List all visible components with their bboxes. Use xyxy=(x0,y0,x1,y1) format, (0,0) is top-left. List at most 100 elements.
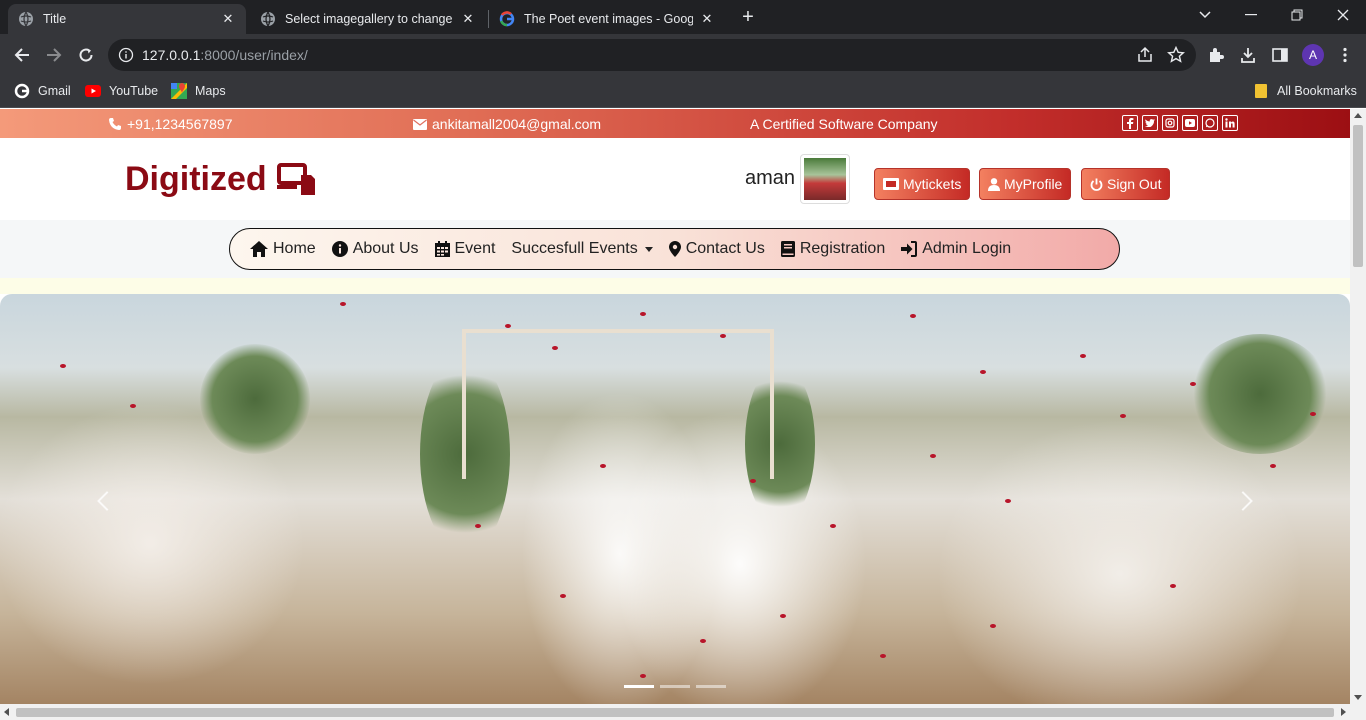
instagram-icon[interactable] xyxy=(1162,115,1178,131)
browser-tab-active[interactable]: Title ✕ xyxy=(8,4,246,34)
carousel-indicators xyxy=(624,685,726,688)
minimize-icon[interactable] xyxy=(1228,0,1274,30)
social-links xyxy=(1122,115,1238,131)
caret-down-icon xyxy=(644,246,653,252)
nav-band: Home About Us Event Succesfull Events Co… xyxy=(0,220,1350,278)
facebook-icon[interactable] xyxy=(1122,115,1138,131)
folder-icon xyxy=(1253,83,1269,99)
scroll-left-icon[interactable] xyxy=(4,708,9,716)
side-panel-icon[interactable] xyxy=(1271,46,1289,64)
whatsapp-icon[interactable] xyxy=(1202,115,1218,131)
tab-close-icon[interactable]: ✕ xyxy=(220,11,236,27)
nav-successful-events-dropdown[interactable]: Succesfull Events xyxy=(511,240,653,258)
sign-out-button[interactable]: Sign Out xyxy=(1081,168,1171,200)
nav-home[interactable]: Home xyxy=(250,240,316,258)
back-icon[interactable] xyxy=(9,42,35,68)
envelope-icon xyxy=(413,118,427,130)
scroll-up-icon[interactable] xyxy=(1354,113,1362,118)
bookmark-gmail[interactable]: Gmail xyxy=(14,83,71,99)
browser-tab[interactable]: Select imagegallery to change | D ✕ xyxy=(250,4,486,34)
address-bar[interactable]: 127.0.0.1:8000/user/index/ xyxy=(108,39,1196,71)
horizontal-scrollbar[interactable] xyxy=(0,704,1366,720)
tab-title: Select imagegallery to change | D xyxy=(285,12,454,26)
carousel-indicator[interactable] xyxy=(660,685,690,688)
sign-in-icon xyxy=(901,241,918,257)
browser-toolbar: 127.0.0.1:8000/user/index/ A xyxy=(0,34,1366,76)
book-icon xyxy=(780,241,795,257)
scrollbar-thumb[interactable] xyxy=(16,708,1334,717)
nav-event[interactable]: Event xyxy=(434,240,495,258)
carousel-indicator[interactable] xyxy=(696,685,726,688)
contact-topbar: +91,1234567897 ankitamall2004@gmal.com A… xyxy=(0,109,1350,138)
hero-carousel xyxy=(0,294,1350,704)
nav-contact[interactable]: Contact Us xyxy=(668,240,765,258)
tab-search-chevron-icon[interactable] xyxy=(1182,0,1228,30)
palm-foliage xyxy=(1190,334,1330,454)
tab-title: The Poet event images - Google xyxy=(524,12,693,26)
globe-icon xyxy=(260,11,276,27)
share-icon[interactable] xyxy=(1136,46,1154,64)
more-menu-icon[interactable] xyxy=(1336,46,1354,64)
phone-icon xyxy=(109,118,121,130)
browser-tab[interactable]: The Poet event images - Google ✕ xyxy=(489,4,725,34)
forward-icon[interactable] xyxy=(41,42,67,68)
carousel-indicator[interactable] xyxy=(624,685,654,688)
browser-tab-bar: Title ✕ Select imagegallery to change | … xyxy=(0,0,1366,34)
reload-icon[interactable] xyxy=(73,42,99,68)
profile-avatar[interactable]: A xyxy=(1302,44,1324,66)
globe-icon xyxy=(18,11,34,27)
youtube-icon[interactable] xyxy=(1182,115,1198,131)
all-bookmarks[interactable]: All Bookmarks xyxy=(1253,83,1357,99)
download-icon[interactable] xyxy=(1239,46,1257,64)
nav-about[interactable]: About Us xyxy=(331,240,419,258)
new-tab-icon[interactable]: + xyxy=(736,5,760,29)
close-window-icon[interactable] xyxy=(1320,0,1366,30)
main-nav: Home About Us Event Succesfull Events Co… xyxy=(229,228,1120,270)
scrollbar-thumb[interactable] xyxy=(1353,125,1363,267)
ticket-icon xyxy=(883,178,899,190)
nav-registration[interactable]: Registration xyxy=(780,240,885,258)
nav-admin-login[interactable]: Admin Login xyxy=(901,240,1011,258)
scroll-right-icon[interactable] xyxy=(1341,708,1346,716)
maps-icon xyxy=(171,83,187,99)
user-avatar[interactable] xyxy=(800,154,850,204)
site-logo[interactable]: Digitized xyxy=(125,160,317,199)
vertical-scrollbar[interactable] xyxy=(1350,109,1366,704)
wedding-arch xyxy=(462,329,774,479)
carousel-next-icon[interactable] xyxy=(1233,491,1253,511)
twitter-icon[interactable] xyxy=(1142,115,1158,131)
cream-spacer xyxy=(0,278,1350,294)
url-text: 127.0.0.1:8000/user/index/ xyxy=(142,47,308,63)
bookmark-maps[interactable]: Maps xyxy=(171,83,226,99)
extensions-icon[interactable] xyxy=(1207,46,1225,64)
site-info-icon[interactable] xyxy=(118,47,134,63)
carousel-prev-icon[interactable] xyxy=(97,491,117,511)
username: aman xyxy=(745,167,796,189)
site-header: Digitized aman Mytickets MyProfile Sign … xyxy=(0,138,1350,220)
info-circle-icon xyxy=(331,241,348,257)
myprofile-button[interactable]: MyProfile xyxy=(979,168,1072,200)
mytickets-button[interactable]: Mytickets xyxy=(874,168,971,200)
tab-close-icon[interactable]: ✕ xyxy=(460,11,476,27)
google-icon xyxy=(14,83,30,99)
page-viewport: +91,1234567897 ankitamall2004@gmal.com A… xyxy=(0,109,1350,704)
google-icon xyxy=(499,11,515,27)
phone-contact: +91,1234567897 xyxy=(108,116,233,132)
tab-title: Title xyxy=(43,12,67,26)
bookmarks-bar: Gmail YouTube Maps All Bookmarks xyxy=(0,76,1366,108)
scroll-down-icon[interactable] xyxy=(1354,695,1362,700)
power-icon xyxy=(1090,178,1103,191)
youtube-icon xyxy=(85,83,101,99)
map-marker-icon xyxy=(668,241,681,257)
company-tagline: A Certified Software Company xyxy=(750,116,938,132)
linkedin-icon[interactable] xyxy=(1222,115,1238,131)
tab-close-icon[interactable]: ✕ xyxy=(699,11,715,27)
user-icon xyxy=(988,177,1000,191)
phone-number: +91,1234567897 xyxy=(127,116,233,132)
bookmark-star-icon[interactable] xyxy=(1167,45,1185,64)
devices-icon xyxy=(276,162,315,195)
brand-name: Digitized xyxy=(125,160,267,198)
bookmark-youtube[interactable]: YouTube xyxy=(85,83,158,99)
email-address: ankitamall2004@gmal.com xyxy=(432,116,602,132)
restore-icon[interactable] xyxy=(1274,0,1320,30)
